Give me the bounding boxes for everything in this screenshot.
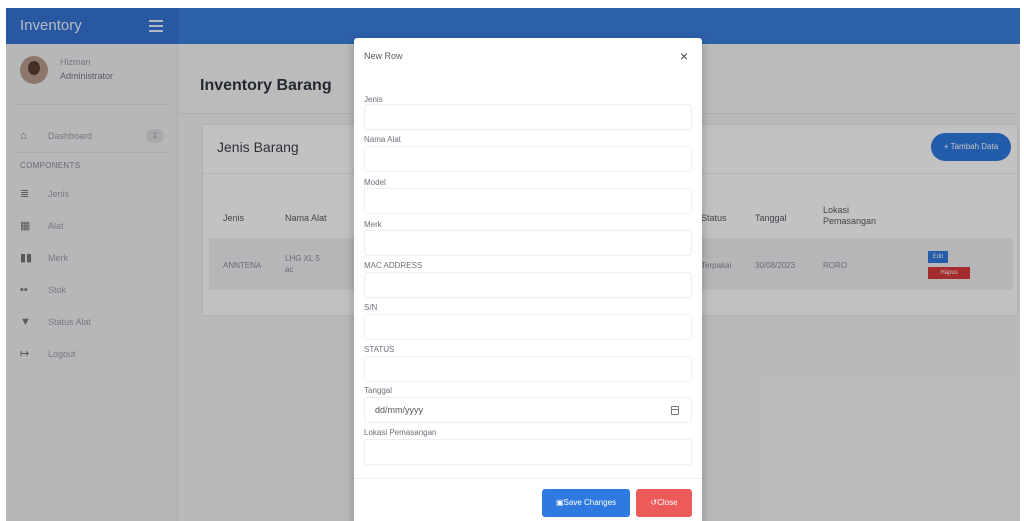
label-mac-address: MAC ADDRESS	[364, 261, 423, 270]
model-field[interactable]	[364, 188, 692, 214]
save-icon: ▣	[555, 498, 564, 507]
close-button[interactable]: ↺Close	[636, 489, 692, 517]
merk-field[interactable]	[364, 230, 692, 256]
label-tanggal: Tanggal	[364, 386, 393, 395]
lokasi-pemasangan-field[interactable]	[364, 439, 692, 465]
label-lokasi: Lokasi Pemasangan	[364, 428, 437, 437]
save-label: Save Changes	[563, 498, 617, 507]
save-changes-button[interactable]: ▣Save Changes	[542, 489, 630, 517]
app-frame: Inventory Hizman Administrator ⌂ Dashboa…	[6, 8, 1020, 521]
label-model: Model	[364, 178, 386, 187]
new-row-modal: New Row × Jenis Nama Alat Model Merk MAC…	[354, 38, 702, 521]
close-icon[interactable]: ×	[680, 49, 688, 63]
label-status: STATUS	[364, 345, 395, 354]
modal-title: New Row	[364, 51, 403, 61]
status-field[interactable]	[364, 356, 692, 382]
modal-footer-divider	[354, 478, 702, 479]
mac-address-field[interactable]	[364, 272, 692, 298]
label-merk: Merk	[364, 220, 382, 229]
label-jenis: Jenis	[364, 95, 383, 104]
close-label: Close	[657, 498, 678, 507]
calendar-icon[interactable]	[671, 406, 679, 415]
date-placeholder: dd/mm/yyyy	[375, 405, 424, 415]
label-sn: S/N	[364, 303, 378, 312]
jenis-field[interactable]	[364, 104, 692, 130]
sn-field[interactable]	[364, 314, 692, 340]
date-field[interactable]: dd/mm/yyyy	[364, 397, 692, 423]
nama-alat-field[interactable]	[364, 146, 692, 172]
label-nama-alat: Nama Alat	[364, 135, 401, 144]
